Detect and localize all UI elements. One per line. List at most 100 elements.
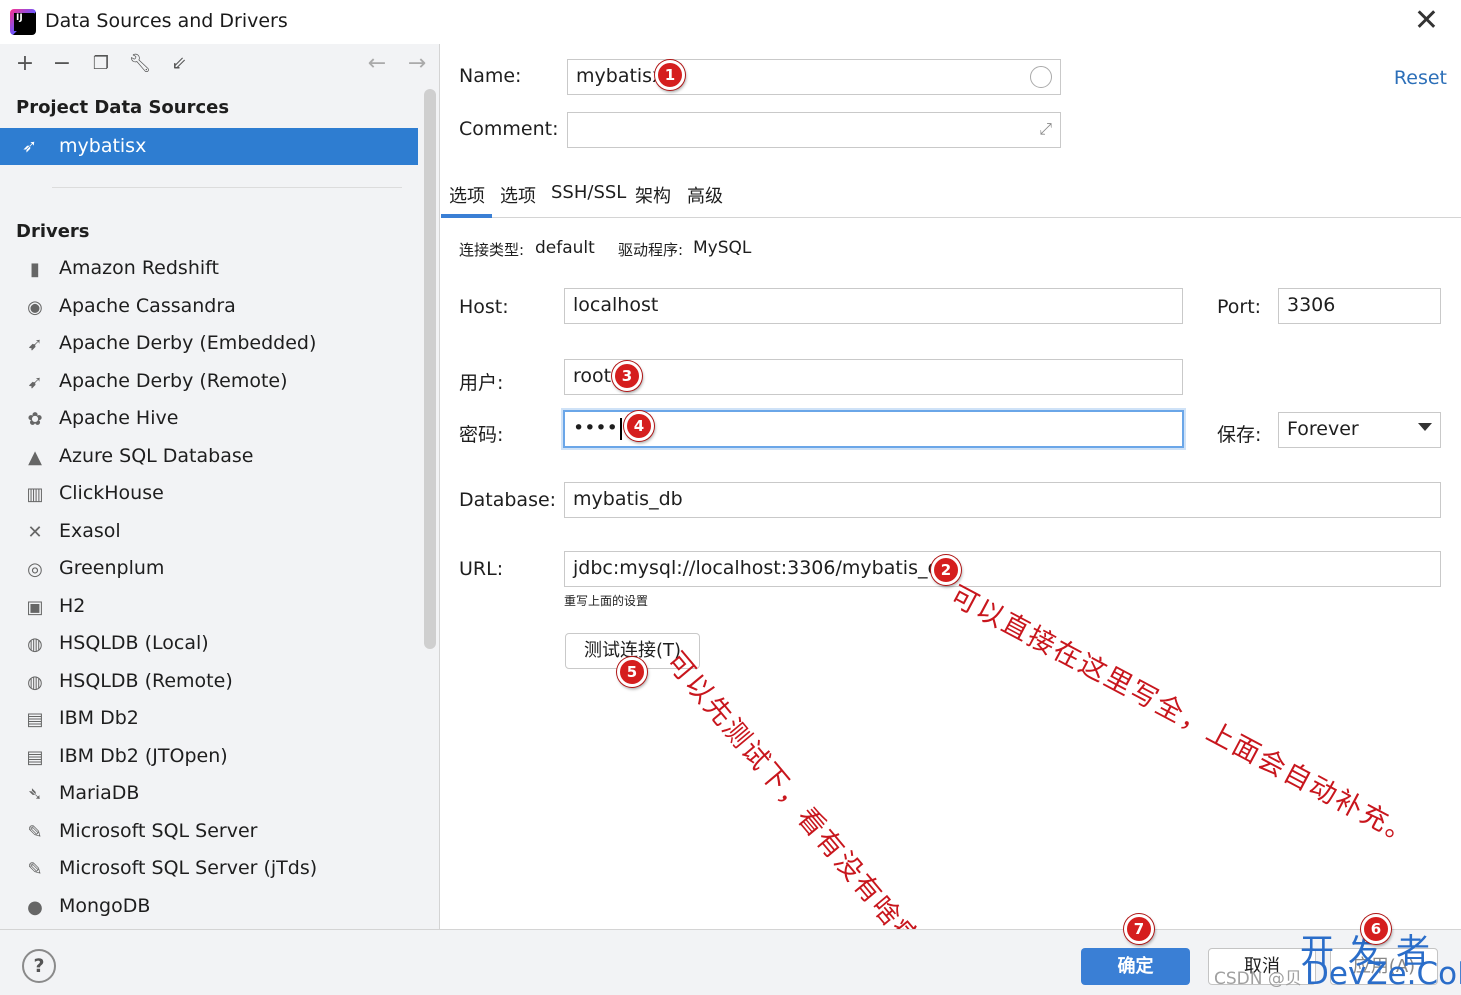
url-field[interactable]: jdbc:mysql://localhost:3306/mybatis_db bbox=[564, 551, 1441, 587]
mariadb-icon: ➴ bbox=[27, 784, 43, 805]
mssql-icon: ✎ bbox=[27, 859, 43, 880]
driver-item[interactable]: ▣ H2 bbox=[0, 590, 420, 627]
user-label: 用户: bbox=[459, 372, 504, 394]
host-field[interactable]: localhost bbox=[564, 288, 1183, 324]
badge-7: 7 bbox=[1124, 914, 1154, 944]
password-field[interactable]: •••• bbox=[563, 410, 1184, 448]
text-cursor bbox=[619, 417, 622, 440]
driver-item[interactable]: ➹ Apache Derby (Embedded) bbox=[0, 327, 420, 364]
test-annotation: 可以先测试下，看有没有啥病。 bbox=[659, 646, 945, 978]
tab-advanced[interactable]: 高级 bbox=[687, 182, 723, 208]
driver-label: MongoDB bbox=[59, 894, 151, 917]
hsqldb-icon: ◍ bbox=[27, 634, 43, 655]
connection-type-link[interactable]: default bbox=[535, 238, 595, 258]
import-icon[interactable]: ⇙ bbox=[166, 52, 192, 78]
csdn-watermark: CSDN @贝 bbox=[1214, 969, 1302, 989]
driver-item[interactable]: ◍ HSQLDB (Remote) bbox=[0, 665, 420, 702]
bottom-bar: ? 确定 取消 应用(A) CSDN @贝 开发者 DevZe.CoM 7 6 bbox=[0, 914, 1461, 995]
drivers-heading: Drivers bbox=[16, 221, 90, 242]
remove-icon[interactable]: − bbox=[49, 52, 75, 78]
driver-link[interactable]: MySQL bbox=[693, 238, 751, 258]
driver-label: Exasol bbox=[59, 519, 121, 542]
name-field[interactable]: mybatisx bbox=[567, 59, 1061, 95]
datasource-label: mybatisx bbox=[59, 135, 147, 157]
redshift-icon: ▮ bbox=[30, 259, 40, 280]
driver-label: Apache Cassandra bbox=[59, 294, 236, 317]
project-data-sources-heading: Project Data Sources bbox=[16, 97, 230, 118]
port-field[interactable]: 3306 bbox=[1278, 288, 1441, 324]
derby-icon: ➹ bbox=[27, 371, 43, 393]
driver-label: HSQLDB (Remote) bbox=[59, 669, 233, 692]
tab-schemas[interactable]: 架构 bbox=[635, 182, 671, 208]
window-title: Data Sources and Drivers bbox=[45, 10, 288, 32]
datasource-item-mybatisx[interactable]: ➶ mybatisx bbox=[0, 128, 418, 165]
divider bbox=[52, 187, 402, 188]
driver-item[interactable]: ➹ Apache Derby (Remote) bbox=[0, 365, 420, 402]
driver-item[interactable]: ✎ Microsoft SQL Server bbox=[0, 815, 420, 852]
help-icon[interactable]: ? bbox=[22, 949, 56, 983]
driver-item[interactable]: ➴ MariaDB bbox=[0, 777, 420, 814]
driver-item[interactable]: ◎ Greenplum bbox=[0, 552, 420, 589]
forward-arrow-icon[interactable]: → bbox=[404, 52, 430, 78]
chevron-down-icon bbox=[1418, 423, 1432, 431]
driver-label: Apache Derby (Remote) bbox=[59, 369, 288, 392]
url-label: URL: bbox=[459, 558, 504, 580]
driver-item[interactable]: ✎ Microsoft SQL Server (jTds) bbox=[0, 852, 420, 889]
driver-item[interactable]: ▮ Amazon Redshift bbox=[0, 252, 420, 289]
driver-item[interactable]: ◉ Apache Cassandra bbox=[0, 290, 420, 327]
driver-label: Azure SQL Database bbox=[59, 444, 254, 467]
tab-options-2[interactable]: 选项 bbox=[500, 182, 536, 208]
badge-4: 4 bbox=[624, 411, 654, 441]
driver-label: IBM Db2 (JTOpen) bbox=[59, 744, 228, 767]
active-tab-indicator bbox=[441, 214, 492, 218]
reset-link[interactable]: Reset bbox=[1394, 67, 1447, 89]
mysql-dolphin-icon: ➶ bbox=[22, 136, 38, 157]
badge-2: 2 bbox=[931, 555, 961, 585]
driver-item[interactable]: ▥ ClickHouse bbox=[0, 477, 420, 514]
save-dropdown[interactable]: Forever bbox=[1278, 412, 1441, 448]
back-arrow-icon[interactable]: ← bbox=[364, 52, 390, 78]
badge-5: 5 bbox=[617, 657, 647, 687]
driver-item[interactable]: ● MongoDB bbox=[0, 890, 420, 927]
mongodb-icon: ● bbox=[27, 896, 43, 918]
ok-button[interactable]: 确定 bbox=[1081, 948, 1190, 985]
url-annotation: 可以直接在这里写全，上面会自动补充。 bbox=[945, 580, 1421, 853]
add-icon[interactable]: + bbox=[12, 52, 38, 78]
azure-icon: ▲ bbox=[28, 446, 42, 468]
password-label: 密码: bbox=[459, 424, 504, 446]
left-panel: + − ❐ 🔧︎ ⇙ ← → Project Data Sources ➶ my… bbox=[0, 44, 440, 929]
ibm-icon: ▤ bbox=[26, 746, 44, 768]
database-field[interactable]: mybatis_db bbox=[564, 482, 1441, 518]
scrollbar[interactable] bbox=[424, 89, 436, 649]
driver-label: Greenplum bbox=[59, 557, 165, 579]
title-bar: Data Sources and Drivers ✕ bbox=[0, 0, 1461, 44]
url-hint: 重写上面的设置 bbox=[564, 594, 649, 608]
driver-item[interactable]: ▲ Azure SQL Database bbox=[0, 440, 420, 477]
duplicate-icon[interactable]: ❐ bbox=[88, 52, 114, 78]
driver-item[interactable]: ✿ Apache Hive bbox=[0, 402, 420, 439]
driver-label: Microsoft SQL Server (jTds) bbox=[59, 857, 318, 879]
wrench-icon[interactable]: 🔧︎ bbox=[127, 52, 153, 78]
left-toolbar: + − ❐ 🔧︎ ⇙ ← → bbox=[0, 44, 439, 84]
color-circle-icon[interactable] bbox=[1030, 66, 1052, 88]
close-icon[interactable]: ✕ bbox=[1414, 6, 1439, 36]
exasol-icon: ✕ bbox=[27, 521, 43, 543]
tab-options-1[interactable]: 选项 bbox=[449, 182, 485, 208]
comment-field[interactable]: ⤢ bbox=[567, 112, 1061, 148]
expand-icon[interactable]: ⤢ bbox=[1039, 119, 1052, 139]
greenplum-icon: ◎ bbox=[27, 559, 43, 580]
connection-type-label: 连接类型: bbox=[459, 241, 525, 259]
tab-ssh-ssl[interactable]: SSH/SSL bbox=[551, 182, 626, 203]
driver-label: IBM Db2 bbox=[59, 707, 139, 729]
user-field[interactable]: root bbox=[564, 359, 1183, 395]
save-value: Forever bbox=[1287, 418, 1359, 440]
ibm-icon: ▤ bbox=[26, 709, 44, 730]
save-label: 保存: bbox=[1217, 424, 1262, 446]
driver-item[interactable]: ▤ IBM Db2 bbox=[0, 702, 420, 739]
derby-icon: ➹ bbox=[27, 334, 43, 355]
driver-label: 驱动程序: bbox=[618, 241, 684, 259]
driver-item[interactable]: ◍ HSQLDB (Local) bbox=[0, 627, 420, 664]
driver-item[interactable]: ✕ Exasol bbox=[0, 515, 420, 552]
driver-item[interactable]: ▤ IBM Db2 (JTOpen) bbox=[0, 740, 420, 777]
driver-label: Microsoft SQL Server bbox=[59, 819, 258, 842]
